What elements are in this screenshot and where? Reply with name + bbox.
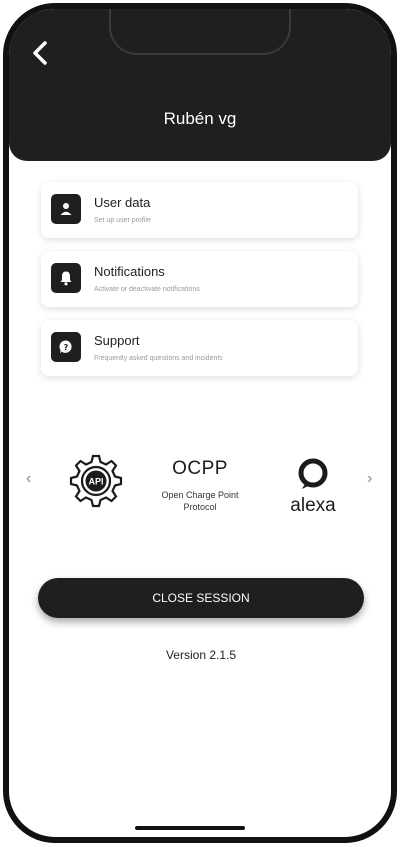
api-gear-logo: API (66, 452, 126, 517)
menu-item-subtitle: Set up user profile (94, 217, 151, 224)
help-bubble-icon: ? (51, 332, 81, 362)
menu-item-title: Support (94, 333, 140, 348)
alexa-logo: alexa (278, 456, 348, 517)
api-label: API (88, 477, 103, 487)
menu-item-subtitle: Activate or deactivate notifications (94, 286, 200, 293)
chevron-left-icon (33, 41, 47, 65)
ocpp-subtitle-line-2: Protocol (183, 502, 217, 512)
alexa-wordmark: alexa (290, 495, 336, 516)
ocpp-subtitle: Open Charge Point Protocol (140, 489, 260, 513)
device-notch (109, 9, 291, 55)
settings-menu: User data Set up user profile Notificati… (41, 182, 358, 389)
svg-text:?: ? (64, 343, 69, 352)
menu-item-subtitle: Frequently asked questions and incidents (94, 355, 223, 362)
bell-icon (51, 263, 81, 293)
menu-item-notifications[interactable]: Notifications Activate or deactivate not… (41, 251, 358, 307)
integrations-carousel: ‹ API OCPP Open Charge Point Protocol al… (0, 452, 402, 532)
ocpp-title: OCPP (172, 458, 228, 479)
ocpp-logo: OCPP Open Charge Point Protocol (140, 458, 260, 513)
phone-frame: Rubén vg (3, 3, 397, 843)
alexa-ring-icon (298, 458, 328, 489)
ocpp-subtitle-line-1: Open Charge Point (161, 490, 239, 500)
app-version: Version 2.1.5 (165, 648, 237, 662)
menu-item-support[interactable]: ? Support Frequently asked questions and… (41, 320, 358, 376)
user-icon (51, 194, 81, 224)
menu-item-title: Notifications (94, 264, 165, 279)
close-session-button[interactable]: CLOSE SESSION (38, 578, 364, 618)
user-name-title: Rubén vg (163, 109, 237, 128)
back-button[interactable] (29, 37, 53, 69)
home-indicator (135, 826, 245, 830)
menu-item-user-data[interactable]: User data Set up user profile (41, 182, 358, 238)
menu-item-title: User data (94, 195, 151, 210)
carousel-prev-arrow[interactable]: ‹ (26, 470, 31, 488)
carousel-next-arrow[interactable]: › (367, 470, 372, 488)
profile-header: Rubén vg (9, 9, 391, 161)
